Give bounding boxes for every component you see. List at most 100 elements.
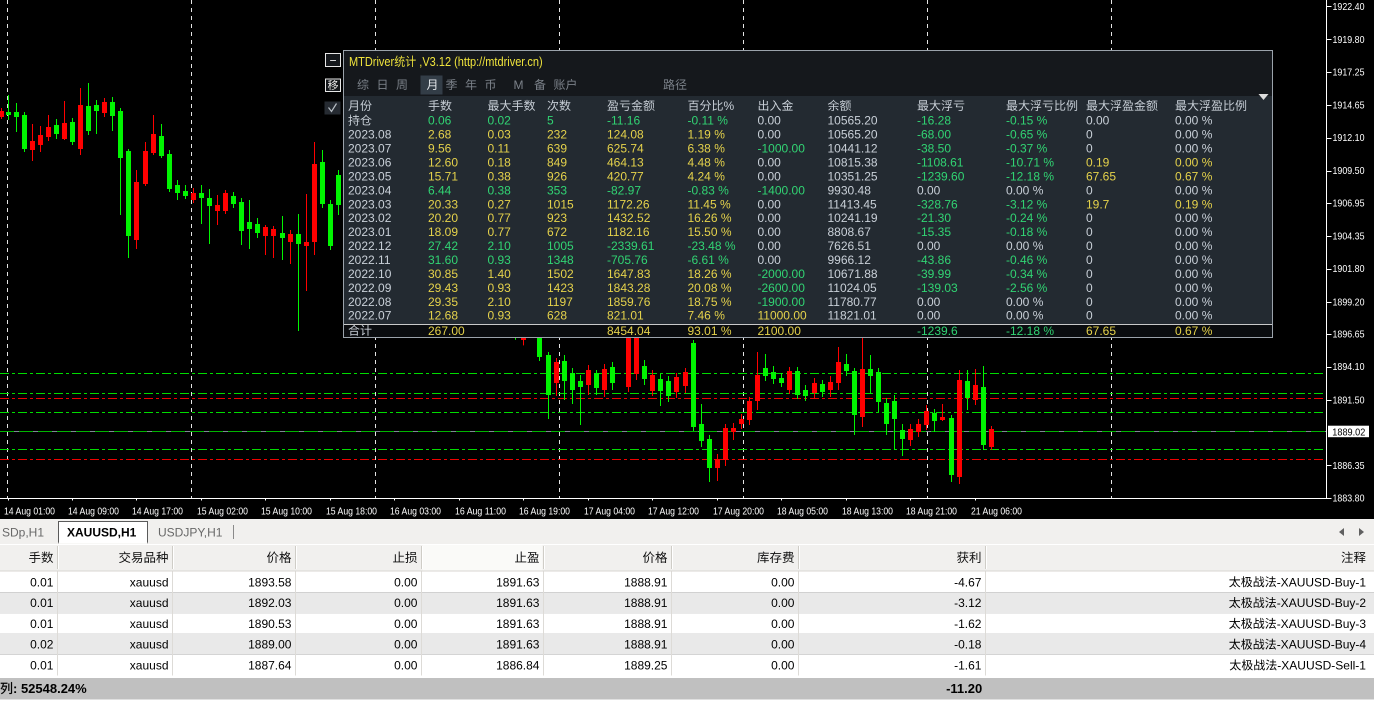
svg-text:-2600.00: -2600.00 <box>758 281 806 295</box>
svg-text:0.27: 0.27 <box>488 197 512 211</box>
svg-text:0.00 %: 0.00 % <box>1175 281 1213 295</box>
svg-text:-1900.00: -1900.00 <box>758 295 806 309</box>
svg-text:0.01: 0.01 <box>30 617 54 631</box>
svg-text:1899.20: 1899.20 <box>1333 296 1365 308</box>
svg-text:0: 0 <box>1086 183 1093 197</box>
svg-text:0.19: 0.19 <box>1086 156 1110 170</box>
svg-text:-0.46 %: -0.46 % <box>1006 253 1048 267</box>
svg-text:-2.56 %: -2.56 % <box>1006 281 1048 295</box>
svg-text:0.00 %: 0.00 % <box>1006 183 1044 197</box>
svg-text:10565.20: 10565.20 <box>828 114 878 128</box>
svg-text:-0.15 %: -0.15 % <box>1006 114 1048 128</box>
svg-text:18.75 %: 18.75 % <box>688 295 732 309</box>
svg-text:12.60: 12.60 <box>428 156 458 170</box>
svg-text:%: % <box>724 99 735 113</box>
svg-text:2023.08: 2023.08 <box>348 128 392 142</box>
svg-text:4.48 %: 4.48 % <box>688 156 726 170</box>
svg-text:9930.48: 9930.48 <box>828 183 872 197</box>
svg-text:-XAUUSD-Buy-4: -XAUUSD-Buy-4 <box>1277 638 1367 652</box>
svg-text:0.00: 0.00 <box>771 575 795 589</box>
svg-text:0.00 %: 0.00 % <box>1175 142 1213 156</box>
svg-text:1901.80: 1901.80 <box>1333 263 1365 275</box>
svg-text:0.77: 0.77 <box>488 225 512 239</box>
svg-text:2022.09: 2022.09 <box>348 281 392 295</box>
svg-text:353: 353 <box>547 183 567 197</box>
svg-text:12.68: 12.68 <box>428 309 458 323</box>
svg-text:93.01 %: 93.01 % <box>688 324 732 338</box>
svg-text:1909.50: 1909.50 <box>1333 165 1365 177</box>
svg-text:2022.11: 2022.11 <box>348 253 391 267</box>
svg-text:9966.12: 9966.12 <box>828 253 872 267</box>
svg-text:15.71: 15.71 <box>428 169 458 183</box>
svg-text:19.7: 19.7 <box>1086 197 1110 211</box>
svg-text:1896.65: 1896.65 <box>1333 329 1365 341</box>
svg-text:0.93: 0.93 <box>488 253 512 267</box>
svg-text:0.67 %: 0.67 % <box>1175 169 1213 183</box>
svg-text:0.00: 0.00 <box>394 659 418 673</box>
svg-text:7.46 %: 7.46 % <box>688 309 726 323</box>
svg-text:1423: 1423 <box>547 281 574 295</box>
svg-text:1005: 1005 <box>547 239 574 253</box>
svg-text:0: 0 <box>1086 239 1093 253</box>
svg-text:-6.61 %: -6.61 % <box>688 253 730 267</box>
svg-text:0.00: 0.00 <box>758 114 782 128</box>
svg-text:M: M <box>514 78 524 92</box>
svg-text:1859.76: 1859.76 <box>607 295 651 309</box>
svg-text:11000.00: 11000.00 <box>758 309 807 323</box>
svg-text:2.10: 2.10 <box>488 239 512 253</box>
svg-text:31.60: 31.60 <box>428 253 458 267</box>
svg-text:29.35: 29.35 <box>428 295 458 309</box>
svg-text:1891.63: 1891.63 <box>496 596 540 610</box>
svg-text:1893.58: 1893.58 <box>248 575 292 589</box>
svg-text:67.65: 67.65 <box>1086 324 1116 338</box>
svg-text:-23.48 %: -23.48 % <box>688 239 736 253</box>
svg-text:21 Aug 06:00: 21 Aug 06:00 <box>971 506 1022 518</box>
svg-text:0.00: 0.00 <box>771 638 795 652</box>
svg-text:2100.00: 2100.00 <box>758 324 802 338</box>
svg-text:2023.06: 2023.06 <box>348 156 392 170</box>
svg-text:-39.99: -39.99 <box>917 267 951 281</box>
svg-text:15 Aug 02:00: 15 Aug 02:00 <box>197 506 248 518</box>
svg-text:11821.01: 11821.01 <box>828 309 877 323</box>
svg-text:7626.51: 7626.51 <box>828 239 872 253</box>
svg-text:0.00: 0.00 <box>917 295 941 309</box>
svg-text:20.33: 20.33 <box>428 197 458 211</box>
svg-text:-1239.60: -1239.60 <box>917 169 965 183</box>
svg-text:-0.18: -0.18 <box>954 638 982 652</box>
svg-text:639: 639 <box>547 142 567 156</box>
svg-text:-1.62: -1.62 <box>954 617 982 631</box>
svg-text:16 Aug 03:00: 16 Aug 03:00 <box>390 506 441 518</box>
svg-text:: 52548.24%: : 52548.24% <box>13 681 87 696</box>
svg-text:,V3.12 (http://mtdriver.cn): ,V3.12 (http://mtdriver.cn) <box>416 55 543 69</box>
svg-text:0.00: 0.00 <box>771 617 795 631</box>
svg-text:1182.16: 1182.16 <box>607 225 650 239</box>
svg-text:1894.10: 1894.10 <box>1333 361 1365 373</box>
svg-text:-705.76: -705.76 <box>607 253 648 267</box>
svg-text:0.00: 0.00 <box>394 638 418 652</box>
svg-text:1890.53: 1890.53 <box>248 617 292 631</box>
svg-text:6.38 %: 6.38 % <box>688 142 726 156</box>
svg-text:29.43: 29.43 <box>428 281 458 295</box>
svg-text:11.45 %: 11.45 % <box>688 197 731 211</box>
svg-text:10815.38: 10815.38 <box>828 156 878 170</box>
svg-text:XAUUSD,H1: XAUUSD,H1 <box>67 526 137 540</box>
svg-text:0: 0 <box>1086 281 1093 295</box>
svg-text:0.00 %: 0.00 % <box>1175 128 1213 142</box>
svg-text:923: 923 <box>547 211 567 225</box>
svg-text:0.00 %: 0.00 % <box>1006 239 1044 253</box>
svg-text:0.00: 0.00 <box>758 169 782 183</box>
svg-text:0.00 %: 0.00 % <box>1175 295 1213 309</box>
svg-text:2.68: 2.68 <box>428 128 452 142</box>
svg-text:0: 0 <box>1086 142 1093 156</box>
svg-text:18 Aug 13:00: 18 Aug 13:00 <box>842 506 893 518</box>
svg-text:1.40: 1.40 <box>488 267 512 281</box>
svg-text:MTDriver: MTDriver <box>349 55 394 69</box>
svg-text:-38.50: -38.50 <box>917 142 951 156</box>
svg-text:xauusd: xauusd <box>130 596 169 610</box>
svg-text:-XAUUSD-Sell-1: -XAUUSD-Sell-1 <box>1277 659 1366 673</box>
svg-text:-82.97: -82.97 <box>607 183 641 197</box>
svg-text:0.00 %: 0.00 % <box>1175 225 1213 239</box>
svg-text:0.06: 0.06 <box>428 114 452 128</box>
svg-text:0: 0 <box>1086 295 1093 309</box>
svg-text:8808.67: 8808.67 <box>828 225 872 239</box>
